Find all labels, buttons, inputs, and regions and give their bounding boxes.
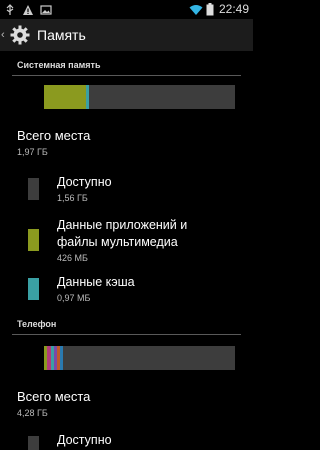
swatch-available (28, 436, 39, 450)
wifi-icon (189, 3, 203, 15)
settings-gear-icon[interactable] (9, 24, 31, 46)
section-header-phone: Телефон (0, 315, 253, 335)
swatch-cache (28, 278, 39, 300)
section-header-label: Системная память (17, 60, 101, 70)
system-total-title[interactable]: Всего места (17, 128, 90, 143)
status-bar: 22:49 (0, 0, 253, 19)
legend-title: Доступно (57, 175, 112, 189)
phone-total-value: 4,28 ГБ (17, 408, 48, 418)
section-divider (12, 75, 241, 76)
phone-total-title[interactable]: Всего места (17, 389, 90, 404)
legend-value: 0,97 МБ (57, 293, 91, 303)
usage-segment-cache (86, 85, 89, 109)
status-system: 22:49 (189, 2, 249, 16)
section-header-label: Телефон (17, 319, 57, 329)
section-divider (12, 334, 241, 335)
usage-segment-apps (44, 85, 87, 109)
usage-segment-seg6 (60, 346, 64, 370)
action-bar: ‹ Память (0, 19, 253, 51)
legend-title: Данные кэша (57, 275, 135, 289)
usb-icon (4, 3, 16, 15)
swatch-apps (28, 229, 39, 251)
swatch-available (28, 178, 39, 200)
status-clock: 22:49 (218, 2, 249, 16)
phone-usage-bar (44, 346, 235, 370)
back-chevron-icon[interactable]: ‹ (1, 29, 9, 41)
legend-value: 426 МБ (57, 253, 88, 263)
legend-title-line2: файлы мультимедиа (57, 235, 178, 249)
page-title: Память (37, 27, 86, 43)
system-usage-bar (44, 85, 235, 109)
section-header-system: Системная память (0, 56, 253, 76)
status-notifications (4, 3, 52, 15)
legend-value: 1,56 ГБ (57, 193, 88, 203)
image-icon (40, 3, 52, 15)
legend-title: Доступно (57, 433, 112, 447)
legend-title-line1: Данные приложений и (57, 218, 188, 232)
system-total-value: 1,97 ГБ (17, 147, 48, 157)
warning-icon (22, 3, 34, 15)
battery-icon (206, 3, 214, 16)
